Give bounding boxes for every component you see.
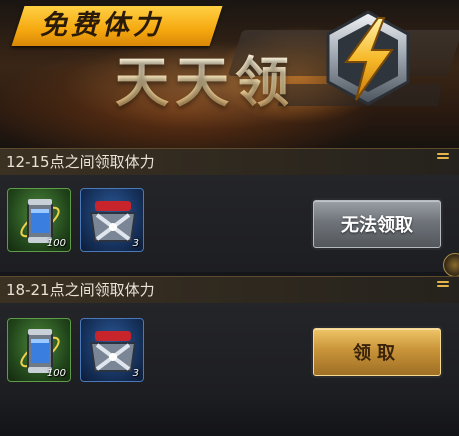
item-car-token[interactable]: 3 — [80, 318, 144, 382]
item-energy-canister[interactable]: 100 — [7, 188, 71, 252]
claim-button-unavailable[interactable]: 无法领取 — [313, 200, 441, 248]
banner: 免费体力 天天领 — [0, 0, 459, 148]
banner-title: 天天领 — [115, 51, 295, 114]
claim-button[interactable]: 领取 — [313, 328, 441, 376]
item-count: 3 — [132, 368, 139, 379]
reward-slot-2: 18-21点之间领取体力 100 3 领取 — [0, 276, 459, 393]
item-energy-canister[interactable]: 100 — [7, 318, 71, 382]
side-ornament-icon — [443, 253, 459, 277]
slot-title: 12-15点之间领取体力 — [6, 153, 155, 171]
item-count: 100 — [46, 238, 66, 249]
item-car-token[interactable]: 3 — [80, 188, 144, 252]
slot-title: 18-21点之间领取体力 — [6, 281, 155, 299]
slot-header: 12-15点之间领取体力 — [0, 148, 459, 175]
menu-icon — [437, 153, 449, 161]
item-count: 3 — [132, 238, 139, 249]
reward-slot-1: 12-15点之间领取体力 100 3 无法领取 — [0, 148, 459, 277]
bottom-strip — [0, 393, 459, 436]
claim-button-label: 领取 — [353, 343, 401, 364]
lightning-bolt-emblem-icon — [326, 10, 410, 106]
menu-icon — [437, 281, 449, 289]
claim-button-label: 无法领取 — [341, 215, 413, 236]
item-count: 100 — [46, 368, 66, 379]
banner-tag: 免费体力 — [40, 10, 164, 41]
slot-header: 18-21点之间领取体力 — [0, 276, 459, 303]
